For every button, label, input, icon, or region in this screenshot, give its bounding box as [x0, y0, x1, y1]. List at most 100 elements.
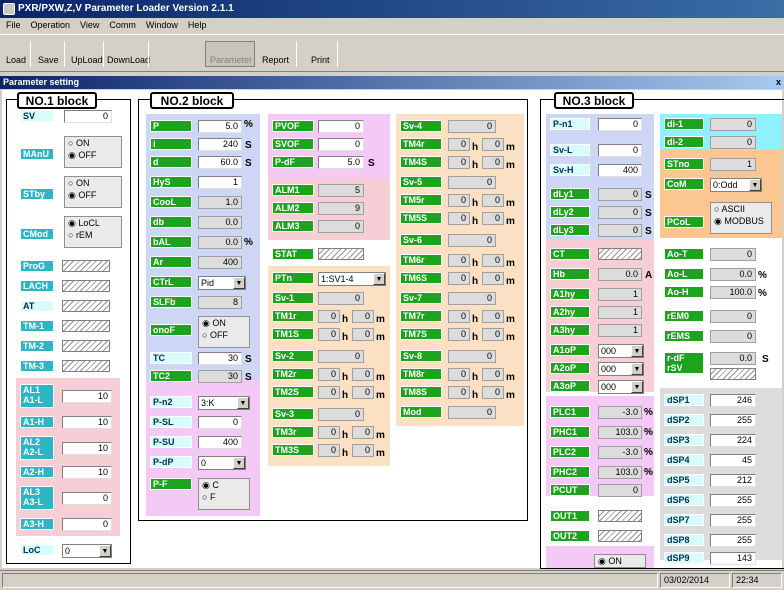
cool-value[interactable]: 1.0: [198, 196, 242, 209]
dropdown-arrow-icon[interactable]: ▼: [373, 273, 385, 285]
sv2-value[interactable]: 0: [318, 350, 364, 363]
tm1r-hour[interactable]: 0: [318, 310, 340, 323]
tm5r-min[interactable]: 0: [482, 194, 504, 207]
tm5r-hour[interactable]: 0: [448, 194, 470, 207]
rem0-value[interactable]: 0: [710, 310, 756, 323]
pcol-ascii[interactable]: ○ ASCII: [714, 203, 771, 215]
dropdown-arrow-icon[interactable]: ▼: [99, 545, 111, 557]
stby-radio-group[interactable]: ○ ON ◉ OFF: [64, 176, 122, 208]
stno-value[interactable]: 1: [710, 158, 756, 171]
tc-value[interactable]: 30: [198, 352, 242, 365]
tm2r-hour[interactable]: 0: [318, 368, 340, 381]
alm1-value[interactable]: 5: [318, 184, 364, 197]
a2l-value[interactable]: 10: [62, 442, 112, 455]
com-select[interactable]: 0:Odd ▼: [710, 178, 762, 192]
pdf-value[interactable]: 5.0: [318, 156, 364, 169]
tm7r-hour[interactable]: 0: [448, 310, 470, 323]
cmod-radio-group[interactable]: ◉ LoCL ○ rEM: [64, 216, 122, 248]
mod-value[interactable]: 0: [448, 406, 496, 419]
sv5-value[interactable]: 0: [448, 176, 496, 189]
pcol-modbus[interactable]: ◉ MODBUS: [714, 215, 771, 227]
ctrl-select[interactable]: Pid ▼: [198, 276, 246, 290]
dropdown-arrow-icon[interactable]: ▼: [237, 397, 249, 409]
dly1-value[interactable]: 0: [598, 188, 642, 201]
dropdown-arrow-icon[interactable]: ▼: [631, 381, 643, 393]
bottom-radio[interactable]: ◉ ON: [594, 554, 646, 568]
sv7-value[interactable]: 0: [448, 292, 496, 305]
alm3-value[interactable]: 0: [318, 220, 364, 233]
tm8r-hour[interactable]: 0: [448, 368, 470, 381]
aot-value[interactable]: 0: [710, 248, 756, 261]
hb-value[interactable]: 0.0: [598, 268, 642, 281]
menu-comm[interactable]: Comm: [109, 20, 136, 30]
di2-value[interactable]: 0: [710, 136, 756, 149]
a2hy-value[interactable]: 1: [598, 306, 642, 319]
bal-value[interactable]: 0.0: [198, 236, 242, 249]
save-button[interactable]: Save: [38, 55, 59, 65]
loc-select[interactable]: 0 ▼: [62, 544, 112, 558]
tm4r-min[interactable]: 0: [482, 138, 504, 151]
tm2s-hour[interactable]: 0: [318, 386, 340, 399]
dsp6-value[interactable]: 255: [710, 494, 756, 507]
i-value[interactable]: 240: [198, 138, 242, 151]
ptn-select[interactable]: 1:SV1-4 ▼: [318, 272, 386, 286]
aoh-value[interactable]: 100.0: [710, 286, 756, 299]
slfb-value[interactable]: 8: [198, 296, 242, 309]
tm4s-hour[interactable]: 0: [448, 156, 470, 169]
manu-off[interactable]: ◉ OFF: [68, 149, 121, 161]
onof-radio-group[interactable]: ◉ ON ○ OFF: [198, 316, 250, 348]
tm7s-hour[interactable]: 0: [448, 328, 470, 341]
pn2-select[interactable]: 3:K ▼: [198, 396, 250, 410]
dsp9-value[interactable]: 143: [710, 552, 756, 565]
d-value[interactable]: 60.0: [198, 156, 242, 169]
dropdown-arrow-icon[interactable]: ▼: [631, 363, 643, 375]
pf-c[interactable]: ◉ C: [202, 479, 249, 491]
cmod-rem[interactable]: ○ rEM: [68, 229, 121, 241]
tm4r-hour[interactable]: 0: [448, 138, 470, 151]
parameter-button[interactable]: Parameter: [205, 41, 255, 67]
phc1-value[interactable]: 103.0: [598, 426, 642, 439]
a3h-value[interactable]: 0: [62, 518, 112, 531]
pvof-value[interactable]: 0: [318, 120, 364, 133]
sv1-value[interactable]: 0: [318, 292, 364, 305]
sv8-value[interactable]: 0: [448, 350, 496, 363]
tm7r-min[interactable]: 0: [482, 310, 504, 323]
phc2-value[interactable]: 103.0: [598, 466, 642, 479]
a3op-select[interactable]: 000 ▼: [598, 380, 644, 394]
psl-value[interactable]: 0: [198, 416, 242, 429]
pn1-value[interactable]: 0: [598, 118, 642, 131]
a2h-value[interactable]: 10: [62, 466, 112, 479]
manu-on[interactable]: ○ ON: [68, 137, 121, 149]
sv-value[interactable]: 0: [64, 110, 112, 123]
p-value[interactable]: 5.0: [198, 120, 242, 133]
pf-f[interactable]: ○ F: [202, 491, 249, 503]
print-button[interactable]: Print: [311, 55, 330, 65]
a3hy-value[interactable]: 1: [598, 324, 642, 337]
tm3r-hour[interactable]: 0: [318, 426, 340, 439]
bottom-radio-on[interactable]: ◉ ON: [598, 555, 645, 567]
menu-operation[interactable]: Operation: [31, 20, 71, 30]
dsp1-value[interactable]: 246: [710, 394, 756, 407]
menu-window[interactable]: Window: [146, 20, 178, 30]
dsp2-value[interactable]: 255: [710, 414, 756, 427]
db-value[interactable]: 0.0: [198, 216, 242, 229]
dly2-value[interactable]: 0: [598, 206, 642, 219]
dsp7-value[interactable]: 255: [710, 514, 756, 527]
report-button[interactable]: Report: [262, 55, 289, 65]
rdf-value[interactable]: 0.0: [710, 352, 756, 365]
dly3-value[interactable]: 0: [598, 224, 642, 237]
a1hy-value[interactable]: 1: [598, 288, 642, 301]
tm5s-min[interactable]: 0: [482, 212, 504, 225]
sv4-value[interactable]: 0: [448, 120, 496, 133]
pcol-radio-group[interactable]: ○ ASCII ◉ MODBUS: [710, 202, 772, 234]
dropdown-arrow-icon[interactable]: ▼: [631, 345, 643, 357]
dsp8-value[interactable]: 255: [710, 534, 756, 547]
tm3s-hour[interactable]: 0: [318, 444, 340, 457]
a1op-select[interactable]: 000 ▼: [598, 344, 644, 358]
tm2r-min[interactable]: 0: [352, 368, 374, 381]
tm6r-min[interactable]: 0: [482, 254, 504, 267]
tm6r-hour[interactable]: 0: [448, 254, 470, 267]
tm3s-min[interactable]: 0: [352, 444, 374, 457]
tm1s-hour[interactable]: 0: [318, 328, 340, 341]
cmod-locl[interactable]: ◉ LoCL: [68, 217, 121, 229]
